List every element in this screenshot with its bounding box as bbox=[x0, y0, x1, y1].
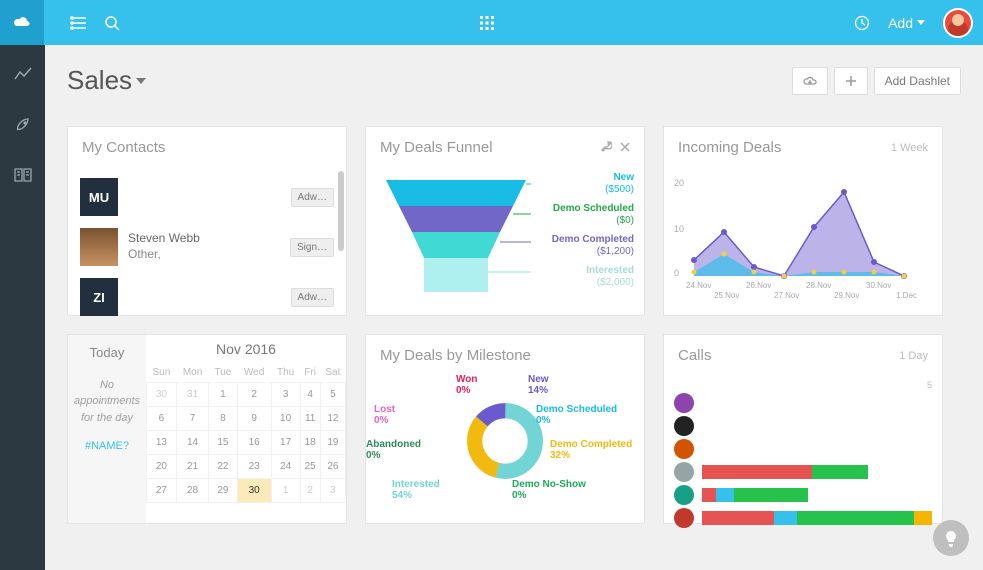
calendar-grid[interactable]: SunMonTueWedThuFriSat 303112345 67891011… bbox=[146, 363, 346, 503]
add-button[interactable] bbox=[834, 67, 868, 95]
contact-name: Steven Webb bbox=[128, 231, 280, 247]
close-icon[interactable] bbox=[620, 139, 630, 156]
incoming-chart: 20 10 0 24.Nov 26.Nov 28.Nov 30.Nov 25.Nov 2… bbox=[674, 172, 934, 302]
contact-row[interactable]: Steven Webb Other, Sign… bbox=[78, 222, 336, 272]
svg-text:20: 20 bbox=[674, 178, 684, 188]
svg-text:1.Dec: 1.Dec bbox=[896, 291, 917, 300]
funnel-title: My Deals Funnel bbox=[380, 139, 493, 156]
calendar-month: Nov 2016 bbox=[146, 335, 346, 363]
svg-text:0: 0 bbox=[674, 268, 679, 278]
add-dashlet-label: Add Dashlet bbox=[885, 74, 950, 88]
milestone-title: My Deals by Milestone bbox=[380, 347, 531, 364]
add-dropdown[interactable]: Add bbox=[888, 15, 925, 31]
svg-text:10: 10 bbox=[674, 224, 684, 234]
svg-text:29.Nov: 29.Nov bbox=[834, 291, 859, 300]
svg-text:24.Nov: 24.Nov bbox=[686, 281, 711, 290]
contact-avatar bbox=[80, 228, 118, 266]
donut-chart bbox=[465, 401, 545, 481]
dashlet-funnel: My Deals Funnel New($ bbox=[365, 126, 645, 316]
today-label: Today bbox=[72, 343, 142, 363]
left-nav bbox=[0, 45, 45, 570]
svg-text:30.Nov: 30.Nov bbox=[866, 281, 891, 290]
rocket-icon[interactable] bbox=[11, 113, 35, 137]
topbar: Add bbox=[0, 0, 983, 45]
contact-badge: Adw… bbox=[291, 188, 334, 207]
analytics-icon[interactable] bbox=[11, 63, 35, 87]
clock-icon[interactable] bbox=[854, 15, 870, 31]
dashlet-calls: Calls 1 Day 5 bbox=[663, 334, 943, 524]
dashlet-contacts: My Contacts MU Adw… Steven Webb Other, S… bbox=[67, 126, 347, 316]
calendar-empty-text: No appointments for the day bbox=[74, 379, 140, 424]
page-title-dropdown[interactable]: Sales bbox=[67, 65, 146, 96]
add-dashlet-button[interactable]: Add Dashlet bbox=[874, 67, 961, 95]
search-icon[interactable] bbox=[104, 15, 120, 31]
app-logo[interactable] bbox=[0, 0, 44, 45]
svg-text:28.Nov: 28.Nov bbox=[806, 281, 831, 290]
svg-text:25.Nov: 25.Nov bbox=[714, 291, 739, 300]
contact-badge: Adw… bbox=[291, 288, 334, 307]
incoming-title: Incoming Deals bbox=[678, 139, 781, 156]
contacts-title: My Contacts bbox=[82, 139, 165, 156]
contact-badge: Sign… bbox=[290, 238, 334, 257]
main-content: Sales Add Dashlet My Contacts MU bbox=[45, 45, 983, 570]
dashlet-milestone: My Deals by Milestone Won0% New14% Lost0… bbox=[365, 334, 645, 524]
menu-toggle-icon[interactable] bbox=[70, 16, 86, 30]
incoming-period: 1 Week bbox=[891, 142, 928, 154]
calls-period: 1 Day bbox=[899, 350, 928, 362]
book-icon[interactable] bbox=[11, 163, 35, 187]
svg-text:26.Nov: 26.Nov bbox=[746, 281, 771, 290]
help-fab[interactable] bbox=[933, 520, 969, 556]
page-header: Sales Add Dashlet bbox=[67, 65, 961, 96]
contact-avatar: MU bbox=[80, 178, 118, 216]
calls-title: Calls bbox=[678, 347, 711, 364]
page-title: Sales bbox=[67, 65, 132, 96]
apps-grid-icon[interactable] bbox=[480, 16, 494, 30]
scrollbar[interactable] bbox=[338, 171, 344, 309]
calls-chart: 5 bbox=[664, 374, 942, 538]
dashlet-calendar: Today No appointments for the day #NAME?… bbox=[67, 334, 347, 524]
contact-row[interactable]: MU Adw… bbox=[78, 172, 336, 222]
contact-avatar: ZI bbox=[80, 278, 118, 316]
add-label: Add bbox=[888, 15, 913, 31]
funnel-chart bbox=[376, 172, 531, 302]
contact-row[interactable]: ZI Adw… bbox=[78, 272, 336, 322]
wrench-icon[interactable] bbox=[600, 139, 612, 156]
svg-text:27.Nov: 27.Nov bbox=[774, 291, 799, 300]
dashlet-incoming: Incoming Deals 1 Week 20 10 0 24.Nov 26.N… bbox=[663, 126, 943, 316]
cloud-download-button[interactable] bbox=[792, 67, 828, 95]
user-avatar[interactable] bbox=[943, 8, 973, 38]
name-link[interactable]: #NAME? bbox=[72, 438, 142, 455]
contact-subtitle: Other, bbox=[128, 247, 280, 263]
